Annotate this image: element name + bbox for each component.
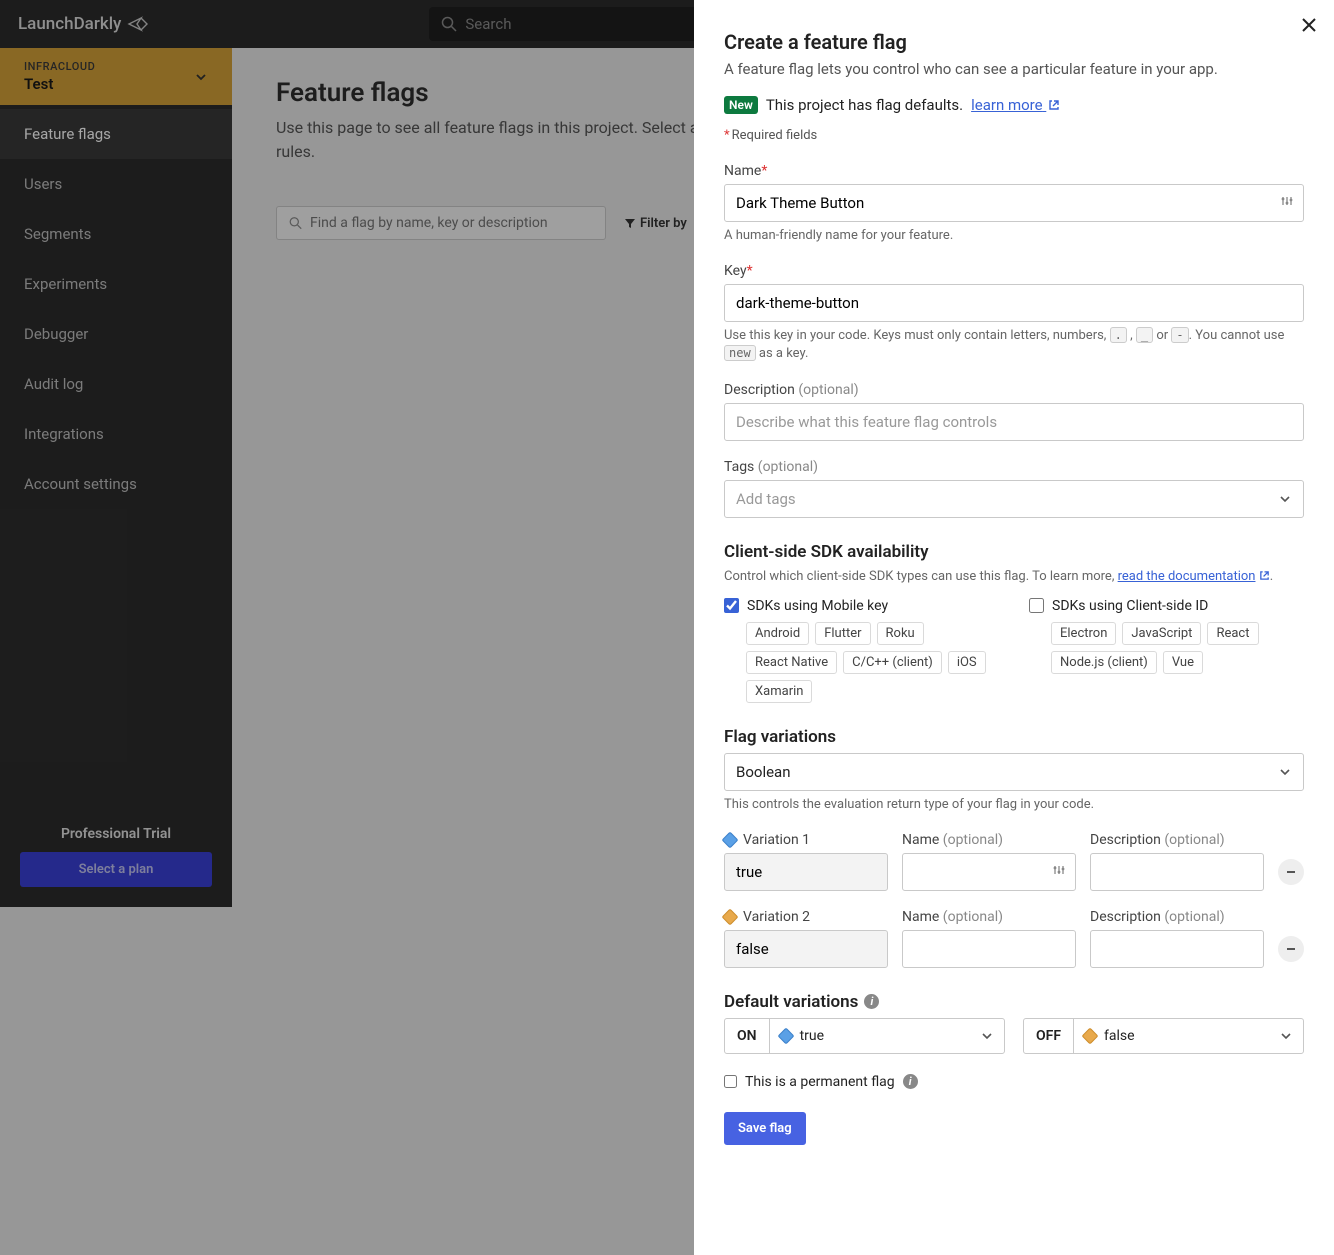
chip: React [1207, 622, 1258, 645]
sdk-mobile-checkbox[interactable]: SDKs using Mobile key [724, 598, 999, 614]
sdk-heading: Client-side SDK availability [724, 542, 1304, 562]
chip: Flutter [815, 622, 870, 645]
sdk-client-checkbox[interactable]: SDKs using Client-side ID [1029, 598, 1304, 614]
external-link-icon [1259, 570, 1270, 581]
defaults-text: This project has flag defaults. [766, 96, 963, 114]
default-on-select[interactable]: ON true [724, 1018, 1005, 1054]
variations-heading: Flag variations [724, 727, 1304, 747]
chip: JavaScript [1122, 622, 1201, 645]
diamond-icon [1082, 1027, 1099, 1044]
name-label: Name* [724, 163, 1304, 179]
variations-help: This controls the evaluation return type… [724, 796, 1304, 814]
sdk-subtitle: Control which client-side SDK types can … [724, 568, 1304, 586]
close-button[interactable] [1300, 16, 1318, 38]
variation-2-value[interactable] [724, 930, 888, 968]
new-badge: New [724, 96, 758, 114]
chip: Xamarin [746, 680, 812, 703]
remove-variation-button[interactable] [1278, 859, 1304, 885]
variation-row-1: Variation 1 Name (optional) Description … [724, 832, 1304, 891]
key-input[interactable] [724, 284, 1304, 322]
key-help: Use this key in your code. Keys must onl… [724, 327, 1304, 363]
chip: React Native [746, 651, 837, 674]
tags-select[interactable]: Add tags [724, 480, 1304, 518]
variation-1-name[interactable] [902, 853, 1076, 891]
chevron-down-icon [1279, 1029, 1293, 1043]
info-icon[interactable]: i [864, 994, 879, 1009]
variation-row-2: Variation 2 Name (optional) Description … [724, 909, 1304, 968]
desc-input[interactable] [724, 403, 1304, 441]
external-link-icon [1048, 99, 1060, 111]
variation-type-select[interactable]: Boolean [724, 753, 1304, 791]
minus-icon [1285, 943, 1297, 955]
sdk-client-chips: Electron JavaScript React Node.js (clien… [1029, 622, 1304, 674]
chevron-down-icon [1278, 765, 1292, 779]
name-input[interactable] [724, 184, 1304, 222]
variation-2-desc[interactable] [1090, 930, 1264, 968]
sdk-doc-link[interactable]: read the documentation [1118, 569, 1256, 584]
chip: Electron [1051, 622, 1116, 645]
required-note: *Required fields [724, 128, 1304, 143]
diamond-icon [722, 831, 739, 848]
permanent-flag-checkbox[interactable]: This is a permanent flag i [724, 1074, 1304, 1090]
chip: iOS [948, 651, 986, 674]
chip: Node.js (client) [1051, 651, 1157, 674]
name-help: A human-friendly name for your feature. [724, 227, 1304, 245]
chip: Vue [1163, 651, 1203, 674]
diamond-icon [777, 1027, 794, 1044]
defaults-heading: Default variations i [724, 992, 1304, 1012]
panel-subtitle: A feature flag lets you control who can … [724, 60, 1304, 78]
key-label: Key* [724, 263, 1304, 279]
save-flag-button[interactable]: Save flag [724, 1112, 806, 1145]
tags-label: Tags (optional) [724, 459, 1304, 475]
panel-title: Create a feature flag [724, 30, 1304, 54]
desc-label: Description (optional) [724, 382, 1304, 398]
chip: C/C++ (client) [843, 651, 942, 674]
sdk-mobile-chips: Android Flutter Roku React Native C/C++ … [724, 622, 999, 703]
variation-2-name[interactable] [902, 930, 1076, 968]
create-flag-panel: Create a feature flag A feature flag let… [694, 0, 1334, 1255]
variation-1-value[interactable] [724, 853, 888, 891]
default-off-select[interactable]: OFF false [1023, 1018, 1304, 1054]
variation-1-desc[interactable] [1090, 853, 1264, 891]
remove-variation-button[interactable] [1278, 936, 1304, 962]
minus-icon [1285, 866, 1297, 878]
chevron-down-icon [980, 1029, 994, 1043]
tune-icon[interactable] [1280, 194, 1294, 212]
info-icon[interactable]: i [903, 1074, 918, 1089]
chevron-down-icon [1278, 492, 1292, 506]
tune-icon[interactable] [1052, 863, 1066, 881]
close-icon [1300, 16, 1318, 34]
diamond-icon [722, 908, 739, 925]
learn-more-link[interactable]: learn more [971, 96, 1060, 114]
chip: Android [746, 622, 809, 645]
chip: Roku [877, 622, 924, 645]
